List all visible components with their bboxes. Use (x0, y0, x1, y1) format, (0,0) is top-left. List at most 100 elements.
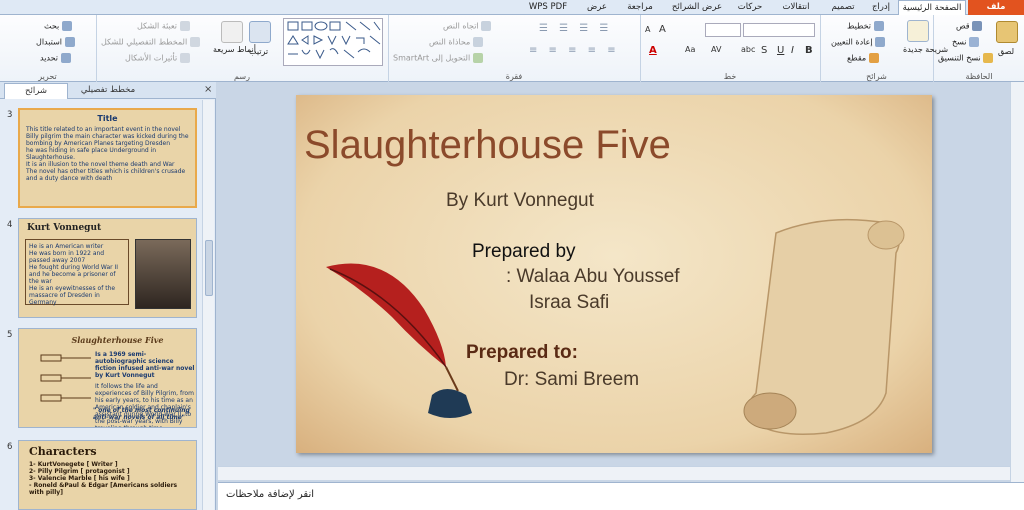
pane-scrollbar[interactable] (202, 100, 214, 510)
group-drawing: ترتيب أنماط سريعة تعبئة الشكل المخطط الت… (96, 15, 387, 82)
tab-wps-pdf[interactable]: WPS PDF (520, 0, 576, 15)
tab-slideshow[interactable]: عرض الشرائح (666, 0, 728, 15)
font-color-icon[interactable]: A (649, 45, 657, 56)
tab-insert[interactable]: إدراج (866, 0, 896, 15)
tab-outline-pane[interactable]: مخطط تفصيلي (70, 83, 146, 99)
pane-scroll-thumb[interactable] (205, 240, 213, 296)
shape-outline-button[interactable]: المخطط التفصيلي للشكل (101, 37, 200, 47)
group-label-editing: تحرير (38, 72, 57, 81)
tab-home[interactable]: الصفحة الرئيسية (898, 0, 966, 16)
new-slide-icon[interactable] (907, 20, 929, 42)
thumb-title: Kurt Vonnegut (27, 223, 102, 233)
thumb-line: He was born in 1922 and passed away 2007 (29, 250, 105, 264)
thumb-line: - Roneld &Paul & Edgar [Americans soldie… (29, 482, 178, 496)
group-label-paragraph: فقرة (505, 72, 523, 81)
smartart-button[interactable]: التحويل إلى SmartArt (393, 53, 483, 63)
prepared-to-name[interactable]: Dr: Sami Breem (504, 369, 639, 391)
align-buttons-icon[interactable]: ≡ ≡ ≡ ≡ ≡ (529, 45, 620, 56)
slide-number: 3 (7, 110, 13, 120)
notes-pane[interactable]: انقر لإضافة ملاحظات (218, 482, 1024, 510)
slide-title[interactable]: Slaughterhouse Five (304, 123, 671, 168)
group-label-clipboard: الحافظة (965, 72, 993, 81)
close-icon[interactable]: × (204, 84, 212, 95)
italic-icon[interactable]: I (791, 45, 794, 56)
tab-slides-pane[interactable]: شرائح (4, 83, 68, 99)
align-text-button[interactable]: محاذاة النص (429, 37, 483, 47)
shape-effects-button[interactable]: تأثيرات الأشكال (125, 53, 190, 63)
thumb-title: Slaughterhouse Five (71, 335, 164, 345)
font-name-input[interactable] (743, 23, 815, 37)
shape-effects-icon (179, 53, 190, 63)
slide-thumbnail-6[interactable]: Characters 1- KurtVonegete [ Writer ] 2-… (18, 440, 197, 510)
ribbon: لصق قص نسخ نسخ التنسيق الحافظة شريحة جدي… (0, 15, 1024, 82)
editor-horizontal-scrollbar[interactable] (218, 466, 1010, 480)
char-spacing-icon[interactable]: AV (711, 45, 721, 54)
layout-button[interactable]: تخطيط (847, 21, 884, 31)
slides-pane: شرائح مخطط تفصيلي × 3 Title This title r… (0, 82, 216, 510)
new-slide-button[interactable]: شريحة جديدة (903, 45, 948, 54)
thumb-quote: " one of the most continuing anti-war no… (93, 407, 190, 421)
paste-icon[interactable] (996, 21, 1018, 43)
group-label-drawing: رسم (234, 72, 250, 81)
text-direction-icon (481, 21, 492, 31)
current-slide[interactable]: Slaughterhouse Five By Kurt Vonnegut Pre… (296, 95, 932, 453)
editor-vertical-scrollbar[interactable] (1010, 82, 1024, 482)
notes-placeholder[interactable]: انقر لإضافة ملاحظات (226, 489, 314, 500)
prepared-to-label[interactable]: Prepared to: (466, 342, 578, 364)
change-case-icon[interactable]: Aa (685, 45, 695, 54)
group-font: A A B I U S abc AV Aa A خط (640, 15, 819, 82)
group-editing: بحث استبدال تحديد تحرير (0, 15, 95, 82)
thumb-line: It follows the life and experiences of B… (95, 383, 194, 427)
copy-button[interactable]: نسخ (952, 37, 980, 47)
tab-review[interactable]: مراجعة (616, 0, 664, 15)
prepared-by-name-2[interactable]: Israa Safi (529, 292, 609, 314)
slide-thumbnail-4[interactable]: Kurt Vonnegut He is an American writer H… (18, 218, 197, 318)
shadow-icon[interactable]: S (761, 45, 767, 56)
thumb-title: Title (97, 114, 118, 123)
quill-ink-image (326, 263, 472, 418)
underline-icon[interactable]: U (777, 45, 784, 56)
slide-thumbnail-3[interactable]: Title This title related to an important… (18, 108, 197, 208)
slide-author[interactable]: By Kurt Vonnegut (446, 190, 594, 212)
quick-styles-button[interactable]: أنماط سريعة (213, 45, 256, 54)
tab-transitions[interactable]: انتقالات (772, 0, 820, 15)
reset-button[interactable]: إعادة التعيين (831, 37, 886, 47)
shrink-font-icon[interactable]: A (645, 25, 650, 34)
thumb-line: he was hiding in safe place Underground … (26, 147, 157, 161)
slide-number: 6 (7, 442, 13, 452)
slide-editor: Slaughterhouse Five By Kurt Vonnegut Pre… (218, 82, 1024, 482)
section-button[interactable]: مقطع (847, 53, 879, 63)
strikethrough-icon[interactable]: abc (741, 45, 755, 54)
find-button[interactable]: بحث (44, 21, 72, 31)
thumb-line: He fought during World War II and he bec… (29, 264, 119, 285)
tab-view[interactable]: عرض (580, 0, 614, 15)
prepared-by-name-1[interactable]: : Walaa Abu Youssef (506, 266, 680, 288)
grow-font-icon[interactable]: A (659, 24, 666, 35)
tab-animations[interactable]: حركات (730, 0, 770, 15)
font-size-input[interactable] (705, 23, 741, 37)
cut-button[interactable]: قص (956, 21, 983, 31)
thumb-line: The novel has other titles which is chil… (26, 168, 186, 182)
pane-tabs: شرائح مخطط تفصيلي × (0, 82, 216, 99)
shape-fill-button[interactable]: تعبئة الشكل (137, 21, 190, 31)
replace-button[interactable]: استبدال (36, 37, 75, 47)
smartart-icon (472, 53, 483, 63)
list-buttons-icon[interactable]: ☰ ☰ ☰ ☰ (539, 23, 612, 34)
thumb-box: He is an American writer He was born in … (25, 239, 129, 306)
slide-thumbnail-5[interactable]: Slaughterhouse Five Is a 1969 semi-autob… (18, 328, 197, 428)
tab-design[interactable]: تصميم (822, 0, 864, 15)
ribbon-tabs: ملف الصفحة الرئيسية إدراج تصميم انتقالات… (0, 0, 1024, 16)
select-button[interactable]: تحديد (40, 53, 71, 63)
bold-icon[interactable]: B (805, 45, 813, 56)
text-direction-button[interactable]: اتجاه النص (443, 21, 492, 31)
shape-fill-icon (179, 21, 190, 31)
paste-button[interactable]: لصق (998, 47, 1014, 56)
format-painter-button[interactable]: نسخ التنسيق (938, 53, 994, 63)
arrange-icon[interactable] (249, 21, 271, 43)
thumb-line: This title related to an important event… (26, 126, 181, 133)
tab-file[interactable]: ملف (968, 0, 1024, 15)
thumb-line: 3- Valencie Marble [ his wife ] (29, 475, 130, 482)
quick-styles-icon[interactable] (221, 21, 243, 43)
prepared-by-label[interactable]: Prepared by (472, 241, 576, 263)
shapes-gallery[interactable] (283, 18, 383, 66)
